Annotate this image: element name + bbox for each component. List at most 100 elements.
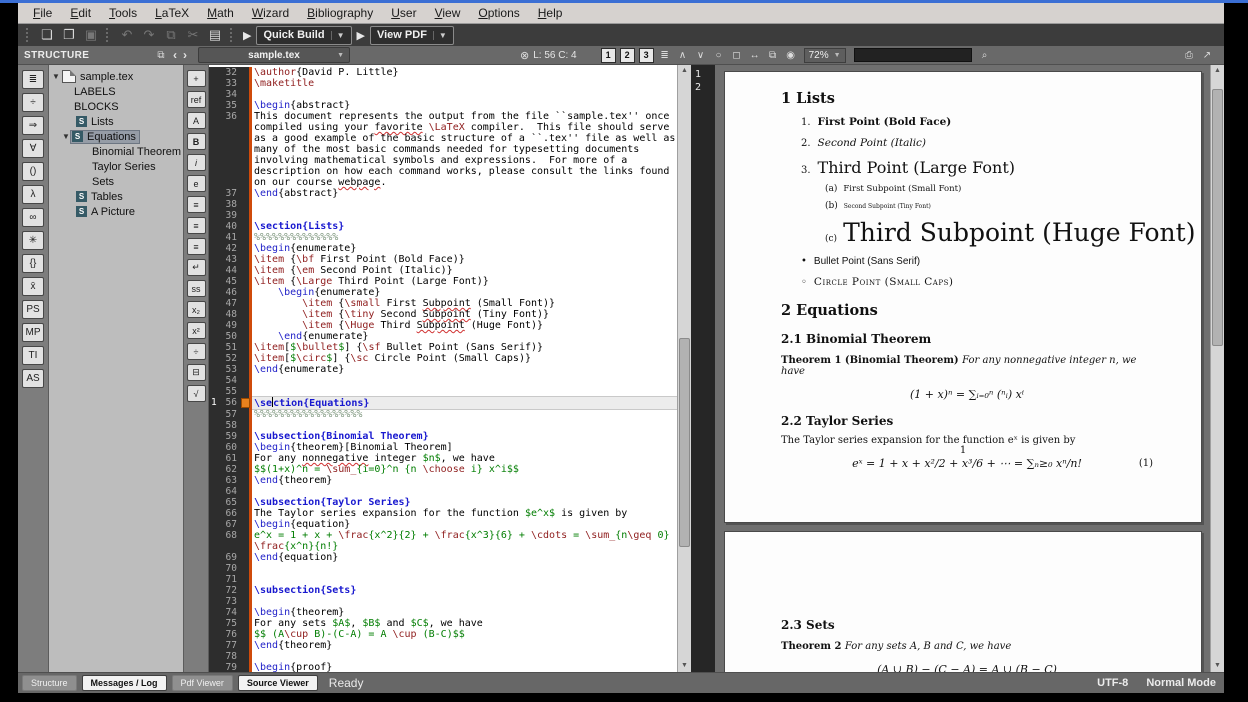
editor-line-45[interactable]: 45\item {\Large Third Point (Large Font)… xyxy=(209,276,678,287)
view-pdf-dropdown-icon[interactable]: ▼ xyxy=(433,31,447,40)
editor-line-59[interactable]: 59\subsection{Binomial Theorem} xyxy=(209,431,678,442)
pdf-scroll-up-icon[interactable]: ▲ xyxy=(1211,65,1224,77)
file-tab-sample-tex[interactable]: sample.tex ▼ xyxy=(198,47,350,63)
search-icon[interactable]: ⌕ xyxy=(977,50,993,61)
editor-line-72[interactable]: 72\subsection{Sets} xyxy=(209,585,678,596)
scroll-down-icon[interactable]: ▼ xyxy=(678,660,691,672)
editor-scrollbar[interactable]: ▲ ▼ xyxy=(677,65,691,672)
dfrac-icon[interactable]: ⊟ xyxy=(187,364,206,381)
editor-line-63[interactable]: 63\end{theorem} xyxy=(209,475,678,486)
editor-line-52[interactable]: 52\item[$\circ$] {\sc Circle Point (Smal… xyxy=(209,353,678,364)
run-arrow-icon[interactable]: ▶ xyxy=(243,29,251,42)
external-viewer-icon[interactable]: ↗ xyxy=(1199,50,1215,61)
copy-icon[interactable]: ⧉ xyxy=(161,26,181,44)
external-window-icon[interactable]: ⧉ xyxy=(765,50,781,61)
editor-line-37[interactable]: 37\end{abstract} xyxy=(209,188,678,199)
editor-line-46[interactable]: 46 \begin{enumerate} xyxy=(209,287,678,298)
menu-options[interactable]: Options xyxy=(469,4,528,22)
editor-line-76[interactable]: 76$$ (A\cup B)-(C-A) = A \cup (B-C)$$ xyxy=(209,629,678,640)
status-button-messages-log[interactable]: Messages / Log xyxy=(82,675,167,691)
newline-icon[interactable]: ↵ xyxy=(187,259,206,276)
editor-line-34[interactable]: 34 xyxy=(209,89,678,100)
relations-tab[interactable]: ∀ xyxy=(22,139,44,158)
status-button-pdf-viewer[interactable]: Pdf Viewer xyxy=(172,675,233,691)
menu-tools[interactable]: Tools xyxy=(100,4,146,22)
arrows-tab[interactable]: ⇒ xyxy=(22,116,44,135)
file-tab-dropdown-icon[interactable]: ▼ xyxy=(337,52,344,59)
structure-item-labels[interactable]: LABELS xyxy=(49,84,183,99)
emphasis-icon[interactable]: e xyxy=(187,175,206,192)
view-arrow-icon[interactable]: ▶ xyxy=(357,29,365,42)
menu-file[interactable]: File xyxy=(24,4,61,22)
zoom-select[interactable]: 72% ▼ xyxy=(804,48,846,63)
footnote-icon[interactable]: A xyxy=(187,112,206,129)
menu-math[interactable]: Math xyxy=(198,4,243,22)
align-center-icon[interactable]: ≡ xyxy=(187,217,206,234)
quick-build-dropdown-icon[interactable]: ▼ xyxy=(331,31,345,40)
structure-item-sets[interactable]: Sets xyxy=(49,174,183,189)
small-caps-icon[interactable]: ss xyxy=(187,280,206,297)
editor-line-33[interactable]: 33\maketitle xyxy=(209,78,678,89)
menu-latex[interactable]: LaTeX xyxy=(146,4,198,22)
greek-letters-tab[interactable]: λ xyxy=(22,185,44,204)
editor-lines[interactable]: 32\author{David P. Little}33\maketitle34… xyxy=(209,67,678,672)
editor-line-48[interactable]: 48 \item {\tiny Second Subpoint (Tiny Fo… xyxy=(209,309,678,320)
misc-math-tab[interactable]: ✳ xyxy=(22,231,44,250)
print-icon[interactable]: ⎙ xyxy=(1181,50,1197,61)
status-button-structure[interactable]: Structure xyxy=(22,675,77,691)
undo-icon[interactable]: ↶ xyxy=(117,26,137,44)
editor-line-65[interactable]: 65\subsection{Taylor Series} xyxy=(209,497,678,508)
menu-bibliography[interactable]: Bibliography xyxy=(298,4,382,22)
pdf-page-2-button[interactable]: 2 xyxy=(620,48,635,63)
brackets-tab[interactable]: {} xyxy=(22,254,44,273)
structure-item-tables[interactable]: STables xyxy=(49,189,183,204)
editor-line-79[interactable]: 79\begin{proof} xyxy=(209,662,678,672)
pdf-search-input[interactable] xyxy=(854,48,972,62)
accents-tab[interactable]: x̄ xyxy=(22,277,44,296)
pdf-page-number-2[interactable]: 2 xyxy=(695,81,715,94)
open-folder-icon[interactable]: ❐ xyxy=(59,26,79,44)
block-list-icon[interactable]: ≣ xyxy=(657,50,673,61)
pdf-page-1-button[interactable]: 1 xyxy=(601,48,616,63)
save-icon[interactable]: ▣ xyxy=(81,26,101,44)
pdf-page-number-1[interactable]: 1 xyxy=(695,68,715,81)
metapost-tab[interactable]: MP xyxy=(22,323,44,342)
math-operators-tab[interactable]: ÷ xyxy=(22,93,44,112)
menu-help[interactable]: Help xyxy=(529,4,572,22)
previous-page-icon[interactable]: ∧ xyxy=(675,50,691,61)
align-right-icon[interactable]: ≡ xyxy=(187,238,206,255)
editor-line-44[interactable]: 44\item {\em Second Point (Italic)} xyxy=(209,265,678,276)
menu-wizard[interactable]: Wizard xyxy=(243,4,298,22)
editor-line-77[interactable]: 77\end{theorem} xyxy=(209,640,678,651)
redo-icon[interactable]: ↷ xyxy=(139,26,159,44)
structure-item-taylor-series[interactable]: Taylor Series xyxy=(49,159,183,174)
editor-line-61[interactable]: 61For any nonnegative integer $n$, we ha… xyxy=(209,453,678,464)
editor-line-64[interactable]: 64 xyxy=(209,486,678,497)
menu-user[interactable]: User xyxy=(382,4,425,22)
editor-scroll-handle[interactable] xyxy=(679,338,690,546)
new-document-icon[interactable]: ❏ xyxy=(37,26,57,44)
editor-line-41[interactable]: 41%%%%%%%%%%%%%% xyxy=(209,232,678,243)
cut-icon[interactable]: ✂ xyxy=(183,26,203,44)
structure-item-sample-tex[interactable]: ▼sample.tex xyxy=(49,69,183,84)
delimiters-tab[interactable]: () xyxy=(22,162,44,181)
editor-line-58[interactable]: 58 xyxy=(209,420,678,431)
editor-line-56[interactable]: 561\section{Equations} xyxy=(209,397,678,409)
pdf-scrollbar[interactable]: ▲ ▼ xyxy=(1210,65,1224,672)
pdf-page-list[interactable]: 12 xyxy=(691,65,715,672)
next-page-icon[interactable]: ∨ xyxy=(693,50,709,61)
editor-line-70[interactable]: 70 xyxy=(209,563,678,574)
subscript-icon[interactable]: x₂ xyxy=(187,301,206,318)
bold-icon[interactable]: B xyxy=(187,133,206,150)
structure-item-lists[interactable]: SLists xyxy=(49,114,183,129)
editor-line-49[interactable]: 49 \item {\Huge Third Subpoint (Huge Fon… xyxy=(209,320,678,331)
ref-icon[interactable]: ref xyxy=(187,91,206,108)
editor-line-43[interactable]: 43\item {\bf First Point (Bold Face)} xyxy=(209,254,678,265)
editor-line-78[interactable]: 78 xyxy=(209,651,678,662)
close-document-icon[interactable]: ⊗ xyxy=(520,49,529,62)
editor-line-57[interactable]: 57%%%%%%%%%%%%%%%%%% xyxy=(209,409,678,420)
expander-icon[interactable]: ▼ xyxy=(51,72,61,81)
editor-line-62[interactable]: 62$$(1+x)^n = \sum_{i=0}^n {n \choose i}… xyxy=(209,464,678,475)
structure-item-binomial-theorem[interactable]: Binomial Theorem xyxy=(49,144,183,159)
pdf-scroll-area[interactable]: 1 Lists1.First Point (Bold Face)2.Second… xyxy=(715,65,1211,672)
